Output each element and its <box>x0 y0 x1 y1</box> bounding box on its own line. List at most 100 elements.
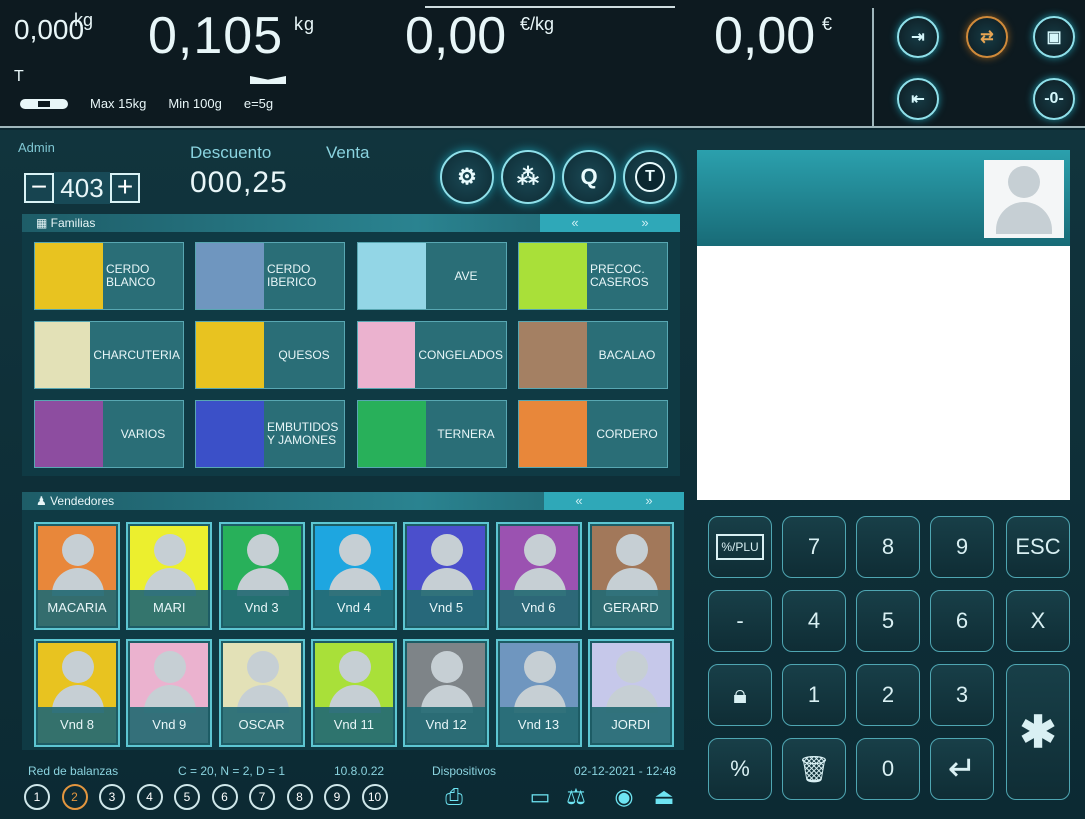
scales-network-icon[interactable]: ⚖ <box>562 784 590 810</box>
key-9[interactable]: 9 <box>930 516 994 578</box>
seller-tile[interactable]: Vnd 9 <box>126 639 213 747</box>
familias-prev-button[interactable]: « <box>540 214 610 232</box>
family-tile[interactable]: EMBUTIDOS Y JAMONES <box>195 400 345 468</box>
weight-value: 0,105 <box>148 7 284 65</box>
minus-button[interactable]: - <box>708 590 772 652</box>
family-tile[interactable]: TERNERA <box>357 400 507 468</box>
scale-select-button[interactable]: 5 <box>174 784 200 810</box>
key-6[interactable]: 6 <box>930 590 994 652</box>
key-0[interactable]: 0 <box>856 738 920 800</box>
seller-head <box>154 651 187 683</box>
devices-label: Dispositivos <box>432 764 497 778</box>
vendedores-prev-button[interactable]: « <box>544 492 614 510</box>
weight-box-icon[interactable]: ▣ <box>1033 16 1075 58</box>
delete-button[interactable]: 🗑︎ <box>782 738 846 800</box>
stable-indicator-icon <box>250 76 286 84</box>
scale-select-button[interactable]: 3 <box>99 784 125 810</box>
vendedores-next-button[interactable]: » <box>614 492 684 510</box>
lock-button[interactable]: 🔒︎ <box>708 664 772 726</box>
zero-icon[interactable]: -0- <box>1033 78 1075 120</box>
seller-tile[interactable]: Vnd 3 <box>218 522 305 630</box>
scale-select-button[interactable]: 7 <box>249 784 275 810</box>
printer-icon[interactable]: ⎙ <box>440 784 468 810</box>
network-icon: ⁂ <box>517 164 539 189</box>
familias-header: ▦ Familias « » <box>22 214 680 232</box>
familias-next-button[interactable]: » <box>610 214 680 232</box>
scale-out-icon[interactable]: ⇤ <box>897 78 939 120</box>
cash-drawer-icon[interactable]: ⏏ <box>650 784 678 810</box>
seller-tile[interactable]: MARI <box>126 522 213 630</box>
spec-max: Max 15kg <box>90 96 147 111</box>
seller-head <box>523 534 556 566</box>
decrement-button[interactable]: − <box>24 173 54 203</box>
scale-select-button[interactable]: 6 <box>211 784 238 810</box>
family-tile[interactable]: AVE <box>357 242 507 310</box>
key-3[interactable]: 3 <box>930 664 994 726</box>
seller-tile[interactable]: Vnd 6 <box>495 522 582 630</box>
esc-button[interactable]: ESC <box>1006 516 1070 578</box>
key-1[interactable]: 1 <box>782 664 846 726</box>
spec-e: e=5g <box>243 96 274 111</box>
scale-select-button[interactable]: 10 <box>361 784 388 810</box>
monitor-icon[interactable]: ▭ <box>526 784 554 810</box>
seller-tile[interactable]: MACARIA <box>34 522 120 630</box>
scale-select-button[interactable]: 2 <box>61 784 88 810</box>
enter-button[interactable]: ↵ <box>930 738 994 800</box>
scale-transfer-icon[interactable]: ⇄ <box>966 16 1008 58</box>
search-button[interactable]: Q <box>562 150 616 204</box>
seller-head <box>62 651 94 683</box>
increment-button[interactable]: + <box>110 173 140 203</box>
seller-tile[interactable]: Vnd 12 <box>403 639 490 747</box>
drop-icon[interactable]: ◉ <box>610 784 638 810</box>
settings-button[interactable]: ⚙ <box>440 150 494 204</box>
seller-tile[interactable]: GERARD <box>587 522 674 630</box>
family-tile[interactable]: CONGELADOS <box>357 321 507 389</box>
family-tile[interactable]: CERDO BLANCO <box>34 242 184 310</box>
scale-select-button[interactable]: 1 <box>24 784 50 810</box>
family-tile[interactable]: VARIOS <box>34 400 184 468</box>
seller-tile[interactable]: Vnd 5 <box>403 522 490 630</box>
plu-button[interactable]: %/PLU <box>708 516 772 578</box>
family-tile[interactable]: CORDERO <box>518 400 668 468</box>
key-2[interactable]: 2 <box>856 664 920 726</box>
scale-select-button[interactable]: 4 <box>136 784 163 810</box>
seller-tile[interactable]: Vnd 8 <box>34 639 120 747</box>
ticket-lines <box>697 246 1070 500</box>
family-tile[interactable]: BACALAO <box>518 321 668 389</box>
scale-in-icon[interactable]: ⇥ <box>897 16 939 58</box>
seller-tile[interactable]: JORDI <box>587 639 674 747</box>
clear-button[interactable]: X <box>1006 590 1070 652</box>
network-button[interactable]: ⁂ <box>501 150 555 204</box>
family-tile[interactable]: QUESOS <box>195 321 345 389</box>
family-label: VARIOS <box>120 426 166 441</box>
seller-tile[interactable]: Vnd 4 <box>310 522 397 630</box>
family-tile[interactable]: CHARCUTERIA <box>34 321 184 389</box>
family-color-swatch <box>358 401 426 467</box>
avatar-head <box>1008 166 1040 198</box>
scale-display: 0,000 kg T 0,105 kg 0,00 €/kg 0,00 € Max… <box>0 0 1085 128</box>
seller-tile[interactable]: Vnd 13 <box>495 639 582 747</box>
scale-select-button[interactable]: 8 <box>286 784 313 810</box>
tare-button[interactable]: T <box>623 150 677 204</box>
seller-tile[interactable]: OSCAR <box>218 639 305 747</box>
family-color-swatch <box>358 322 416 388</box>
seller-name: Vnd 6 <box>499 590 578 626</box>
scale-select-button[interactable]: 9 <box>324 784 350 810</box>
key-7[interactable]: 7 <box>782 516 846 578</box>
star-button[interactable]: ✱ <box>1006 664 1070 800</box>
key-4[interactable]: 4 <box>782 590 846 652</box>
familias-title: Familias <box>50 216 96 230</box>
scale-specs: Max 15kg Min 100g e=5g <box>20 96 273 111</box>
percent-button[interactable]: % <box>708 738 772 800</box>
ip-address: 10.8.0.22 <box>334 764 385 778</box>
key-5[interactable]: 5 <box>856 590 920 652</box>
divider <box>872 8 874 126</box>
family-tile[interactable]: CERDO IBERICO <box>195 242 345 310</box>
datetime: 02-12-2021 - 12:48 <box>574 764 677 778</box>
family-tile[interactable]: PRECOC. CASEROS <box>518 242 668 310</box>
asterisk-icon: ✱ <box>1019 707 1057 757</box>
key-8[interactable]: 8 <box>856 516 920 578</box>
avatar[interactable] <box>984 160 1064 238</box>
seller-name: Vnd 9 <box>130 707 209 743</box>
seller-tile[interactable]: Vnd 11 <box>310 639 397 747</box>
